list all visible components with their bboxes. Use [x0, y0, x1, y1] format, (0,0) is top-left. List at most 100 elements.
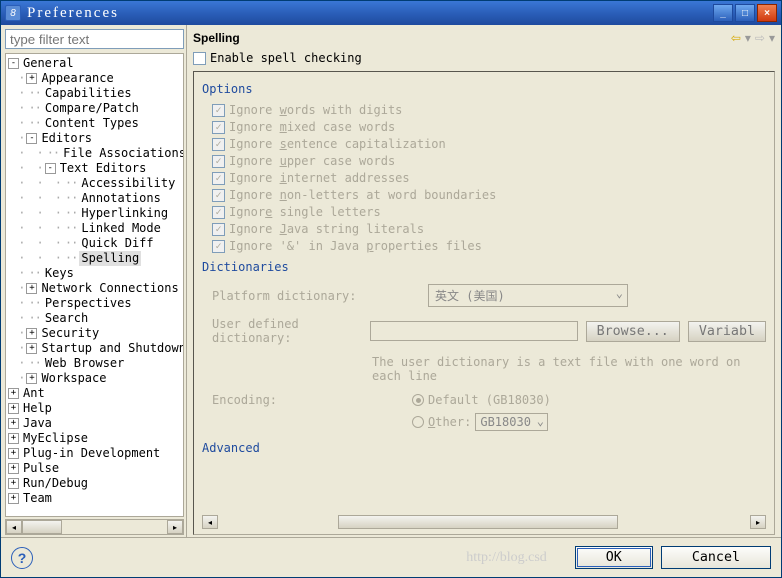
tree-item[interactable]: +MyEclipse: [8, 431, 183, 446]
expand-icon[interactable]: +: [26, 283, 37, 294]
scroll-left-button[interactable]: ◂: [6, 520, 22, 534]
tree-item[interactable]: +Ant: [8, 386, 183, 401]
tree-label[interactable]: Security: [39, 326, 101, 341]
expand-icon[interactable]: +: [8, 478, 19, 489]
tree-label[interactable]: Pulse: [21, 461, 61, 476]
encoding-other-combo[interactable]: GB18030: [475, 413, 548, 431]
filter-input[interactable]: [5, 29, 184, 49]
option-checkbox[interactable]: ✓: [212, 223, 225, 236]
content-scroll-left[interactable]: ◂: [202, 515, 218, 529]
tree-label[interactable]: Network Connections: [39, 281, 180, 296]
tree-label[interactable]: General: [21, 56, 76, 71]
tree-item[interactable]: +Pulse: [8, 461, 183, 476]
expand-icon[interactable]: +: [26, 73, 37, 84]
tree-item[interactable]: ·-Editors: [8, 131, 183, 146]
collapse-icon[interactable]: -: [45, 163, 56, 174]
option-checkbox[interactable]: ✓: [212, 104, 225, 117]
back-icon[interactable]: ⇦: [731, 31, 741, 45]
tree-label[interactable]: Compare/Patch: [43, 101, 141, 116]
tree-label[interactable]: Java: [21, 416, 54, 431]
tree-label[interactable]: Annotations: [79, 191, 162, 206]
expand-icon[interactable]: +: [8, 448, 19, 459]
tree-item[interactable]: ···Content Types: [8, 116, 183, 131]
tree-item[interactable]: ·····Linked Mode: [8, 221, 183, 236]
expand-icon[interactable]: +: [8, 493, 19, 504]
tree-label[interactable]: Plug-in Development: [21, 446, 162, 461]
tree-item[interactable]: -General: [8, 56, 183, 71]
scroll-thumb[interactable]: [22, 520, 62, 534]
tree-label[interactable]: File Associations: [61, 146, 184, 161]
tree-item[interactable]: ·····Hyperlinking: [8, 206, 183, 221]
tree-item[interactable]: ··-Text Editors: [8, 161, 183, 176]
tree-scrollbar[interactable]: ◂ ▸: [5, 519, 184, 535]
collapse-icon[interactable]: -: [26, 133, 37, 144]
close-button[interactable]: ×: [757, 4, 777, 22]
tree-item[interactable]: ·····Annotations: [8, 191, 183, 206]
tree-label[interactable]: MyEclipse: [21, 431, 90, 446]
scroll-right-button[interactable]: ▸: [167, 520, 183, 534]
tree-item[interactable]: ·····Spelling: [8, 251, 183, 266]
expand-icon[interactable]: +: [26, 373, 37, 384]
tree-label[interactable]: Run/Debug: [21, 476, 90, 491]
option-checkbox[interactable]: ✓: [212, 138, 225, 151]
tree-item[interactable]: ···Capabilities: [8, 86, 183, 101]
tree-item[interactable]: +Team: [8, 491, 183, 506]
tree-label[interactable]: Workspace: [39, 371, 108, 386]
tree-item[interactable]: +Java: [8, 416, 183, 431]
tree-label[interactable]: Linked Mode: [79, 221, 162, 236]
tree-label[interactable]: Search: [43, 311, 90, 326]
browse-button[interactable]: Browse...: [586, 321, 680, 342]
tree-item[interactable]: ····File Associations: [8, 146, 183, 161]
expand-icon[interactable]: +: [8, 463, 19, 474]
tree-item[interactable]: ···Compare/Patch: [8, 101, 183, 116]
tree-label[interactable]: Quick Diff: [79, 236, 155, 251]
tree-item[interactable]: ···Search: [8, 311, 183, 326]
tree-label[interactable]: Keys: [43, 266, 76, 281]
expand-icon[interactable]: +: [8, 418, 19, 429]
user-dict-input[interactable]: [370, 321, 578, 341]
tree-label[interactable]: Startup and Shutdown: [39, 341, 184, 356]
tree-item[interactable]: ·····Quick Diff: [8, 236, 183, 251]
tree-label[interactable]: Perspectives: [43, 296, 134, 311]
back-dropdown-icon[interactable]: ▾: [745, 31, 751, 45]
expand-icon[interactable]: +: [8, 433, 19, 444]
tree-label[interactable]: Ant: [21, 386, 47, 401]
content-scroll-thumb[interactable]: [338, 515, 618, 529]
tree-label[interactable]: Text Editors: [58, 161, 149, 176]
tree-label[interactable]: Spelling: [79, 251, 141, 266]
option-checkbox[interactable]: ✓: [212, 121, 225, 134]
tree-label[interactable]: Capabilities: [43, 86, 134, 101]
tree-label[interactable]: Editors: [39, 131, 94, 146]
platform-dict-combo[interactable]: 英文 (美国): [428, 284, 628, 307]
expand-icon[interactable]: +: [8, 388, 19, 399]
option-checkbox[interactable]: ✓: [212, 155, 225, 168]
option-checkbox[interactable]: ✓: [212, 189, 225, 202]
encoding-default-radio[interactable]: [412, 394, 424, 406]
tree-label[interactable]: Appearance: [39, 71, 115, 86]
enable-spell-checkbox[interactable]: [193, 52, 206, 65]
tree-label[interactable]: Content Types: [43, 116, 141, 131]
tree-item[interactable]: ···Web Browser: [8, 356, 183, 371]
tree-item[interactable]: ·+Workspace: [8, 371, 183, 386]
expand-icon[interactable]: +: [26, 328, 37, 339]
tree-item[interactable]: +Run/Debug: [8, 476, 183, 491]
option-checkbox[interactable]: ✓: [212, 240, 225, 253]
forward-icon[interactable]: ⇨: [755, 31, 765, 45]
tree-item[interactable]: +Help: [8, 401, 183, 416]
tree-item[interactable]: +Plug-in Development: [8, 446, 183, 461]
option-checkbox[interactable]: ✓: [212, 206, 225, 219]
content-scroll-right[interactable]: ▸: [750, 515, 766, 529]
minimize-button[interactable]: _: [713, 4, 733, 22]
tree-label[interactable]: Web Browser: [43, 356, 126, 371]
tree-item[interactable]: ·+Appearance: [8, 71, 183, 86]
tree-label[interactable]: Hyperlinking: [79, 206, 170, 221]
option-checkbox[interactable]: ✓: [212, 172, 225, 185]
tree-item[interactable]: ·+Network Connections: [8, 281, 183, 296]
preferences-tree[interactable]: -General ·+Appearance ···Capabilities ··…: [5, 53, 184, 517]
expand-icon[interactable]: +: [8, 403, 19, 414]
tree-item[interactable]: ···Perspectives: [8, 296, 183, 311]
tree-item[interactable]: ·+Startup and Shutdown: [8, 341, 183, 356]
cancel-button[interactable]: Cancel: [661, 546, 771, 569]
ok-button[interactable]: OK: [575, 546, 653, 569]
forward-dropdown-icon[interactable]: ▾: [769, 31, 775, 45]
